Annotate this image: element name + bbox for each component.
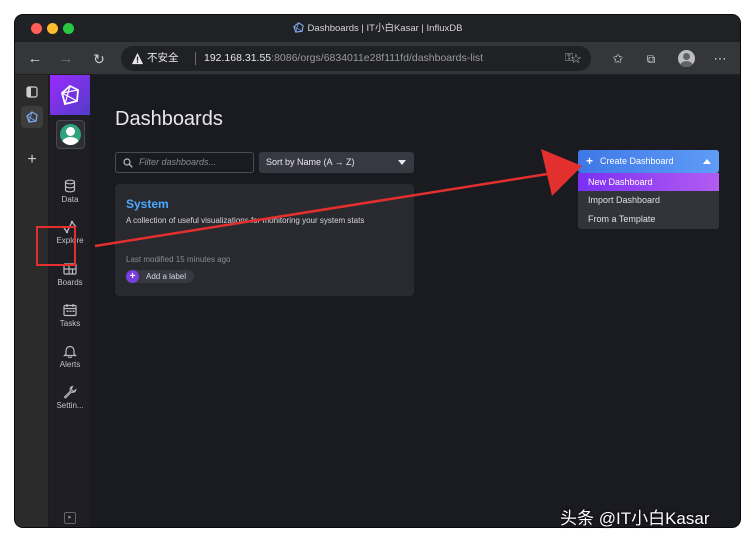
forward-icon[interactable]: → <box>55 48 77 70</box>
title-bar: Dashboards | IT小白Kasar | InfluxDB <box>15 15 740 42</box>
sort-dropdown[interactable]: Sort by Name (A → Z) <box>259 152 414 173</box>
collections-icon[interactable]: ⧉ <box>640 48 662 70</box>
influxdb-tab-icon[interactable] <box>21 106 43 128</box>
add-label-button[interactable]: + Add a label <box>126 270 195 283</box>
nav-item-alerts[interactable]: Alerts <box>50 342 90 382</box>
create-dashboard-button[interactable]: + Create Dashboard <box>578 150 719 173</box>
nav-label-boards: Boards <box>57 278 83 287</box>
nav-item-boards[interactable]: Boards <box>50 260 90 300</box>
annotation-highlight-box <box>36 226 76 266</box>
nav-item-data[interactable]: Data <box>50 177 90 217</box>
profile-avatar[interactable] <box>678 50 695 67</box>
dashboard-card: System A collection of useful visualizat… <box>115 184 414 296</box>
create-dashboard-menu: New Dashboard Import Dashboard From a Te… <box>578 173 719 229</box>
filter-dashboards-input[interactable]: Filter dashboards... <box>115 152 254 173</box>
user-avatar[interactable] <box>56 120 85 149</box>
chevron-up-icon <box>703 159 711 164</box>
window-title-text: Dashboards | IT小白Kasar | InfluxDB <box>307 23 463 34</box>
nav-label-settings: Settin... <box>56 401 84 410</box>
dashboard-card-description: A collection of useful visualizations fo… <box>126 216 365 225</box>
dashboard-card-title[interactable]: System <box>126 197 169 211</box>
filter-placeholder: Filter dashboards... <box>139 157 217 167</box>
address-divider <box>195 52 196 65</box>
tab-actions-icon[interactable] <box>21 81 43 103</box>
collapse-nav-icon[interactable]: ▸ <box>64 512 76 524</box>
reload-icon[interactable]: ↻ <box>88 48 110 70</box>
address-bar[interactable]: 不安全 192.168.31.55:8086/orgs/6834011e28f1… <box>121 46 591 71</box>
chevron-down-icon <box>398 160 406 165</box>
back-icon[interactable]: ← <box>24 48 46 70</box>
browser-toolbar: ← → ↻ 不安全 192.168.31.55:8086/orgs/683401… <box>15 42 740 75</box>
sort-dropdown-label: Sort by Name (A → Z) <box>266 157 355 167</box>
more-menu-icon[interactable]: ⋯ <box>709 48 731 70</box>
dashboard-card-last-modified: Last modified 15 minutes ago <box>126 255 231 264</box>
search-icon <box>123 158 133 168</box>
menu-item-from-template[interactable]: From a Template <box>578 210 719 228</box>
nav-item-tasks[interactable]: Tasks <box>50 301 90 341</box>
nav-label-data: Data <box>61 195 79 204</box>
calendar-icon <box>63 304 77 317</box>
add-label-text: Add a label <box>146 272 187 281</box>
main-content: Dashboards Filter dashboards... Sort by … <box>90 75 740 527</box>
plus-icon: + <box>586 154 594 168</box>
insecure-label: 不安全 <box>147 52 179 64</box>
create-dashboard-label: Create Dashboard <box>600 156 674 166</box>
nav-item-settings[interactable]: Settin... <box>50 383 90 423</box>
new-tab-icon[interactable]: + <box>21 149 43 171</box>
avatar-face-icon <box>60 124 81 145</box>
database-icon <box>64 179 76 193</box>
influxdb-logo-icon <box>60 84 79 106</box>
url-path: :8086/orgs/6834011e28f111fd/dashboards-l… <box>271 52 484 64</box>
warning-icon <box>131 52 144 65</box>
influxdb-favicon-icon <box>292 22 304 33</box>
plus-icon: + <box>126 270 139 283</box>
browser-window: Dashboards | IT小白Kasar | InfluxDB ← → ↻ … <box>15 15 740 527</box>
favorite-add-icon[interactable]: ☆ <box>565 48 587 70</box>
favorites-icon[interactable]: ✩ <box>607 48 629 70</box>
page-title: Dashboards <box>115 108 223 130</box>
influx-nav: Data Explore Boards Tasks Alerts Settin.… <box>50 75 90 527</box>
watermark-text: 头条 @IT小白Kasar <box>560 509 710 528</box>
url-text[interactable]: 192.168.31.55:8086/orgs/6834011e28f111fd… <box>204 46 483 71</box>
bell-icon <box>63 345 77 358</box>
wrench-icon <box>63 385 77 399</box>
menu-item-import-dashboard[interactable]: Import Dashboard <box>578 191 719 209</box>
nav-label-alerts: Alerts <box>59 360 81 369</box>
url-host: 192.168.31.55 <box>204 52 272 64</box>
nav-label-tasks: Tasks <box>59 319 81 328</box>
influxdb-logo[interactable] <box>50 75 90 115</box>
window-title: Dashboards | IT小白Kasar | InfluxDB <box>15 15 740 42</box>
vertical-tabs-strip: + <box>15 75 49 527</box>
menu-item-new-dashboard[interactable]: New Dashboard <box>578 173 719 191</box>
